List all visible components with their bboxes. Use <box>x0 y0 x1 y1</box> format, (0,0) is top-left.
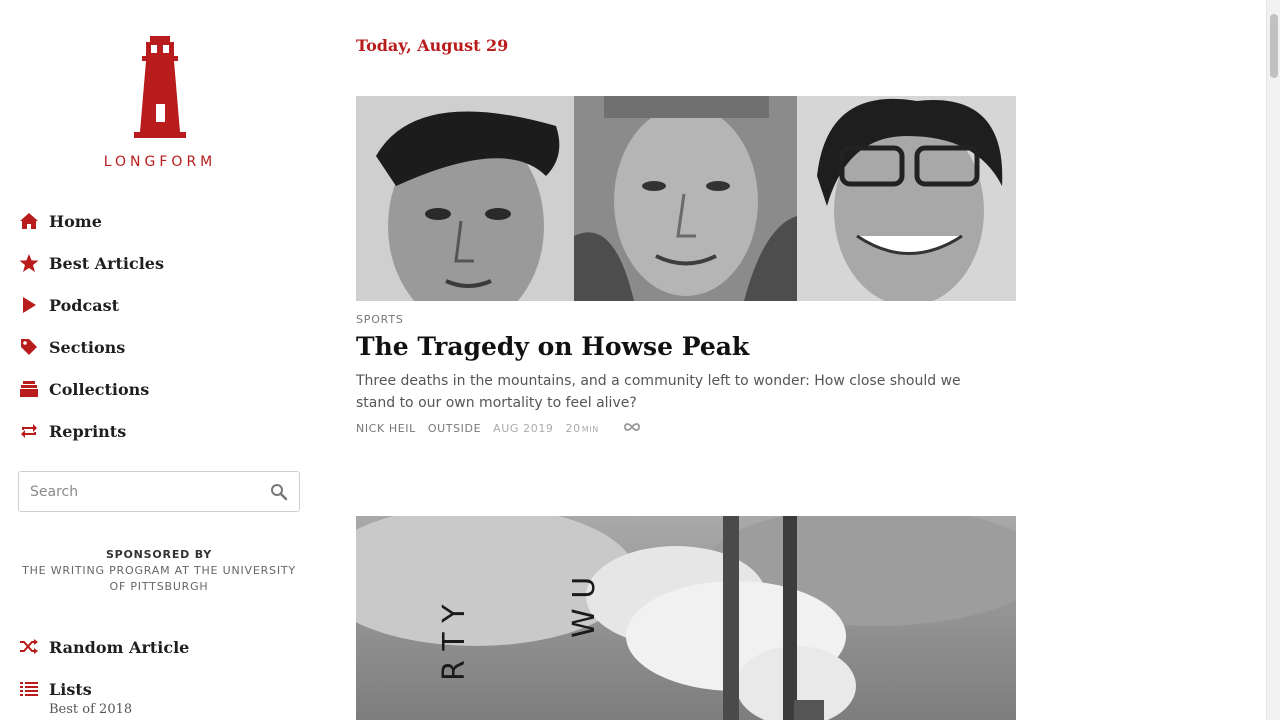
sponsor-name: THE WRITING PROGRAM AT THE UNIVERSITY OF… <box>22 564 296 593</box>
list-icon <box>18 678 40 700</box>
sponsor-block[interactable]: SPONSORED BY THE WRITING PROGRAM AT THE … <box>18 547 300 595</box>
article-hero-image[interactable] <box>356 96 1016 301</box>
nav-item-best-articles[interactable]: Best Articles <box>18 242 308 284</box>
nav-item-random-article[interactable]: Random Article <box>18 626 308 668</box>
portrait-2 <box>574 96 797 301</box>
nav-item-podcast[interactable]: Podcast <box>18 284 308 326</box>
nav-label-home: Home <box>49 211 102 231</box>
scrollbar-thumb[interactable] <box>1270 14 1278 78</box>
star-icon <box>18 252 40 274</box>
nav-item-home[interactable]: Home <box>18 200 308 242</box>
nav-label-lists: Lists <box>49 679 92 699</box>
search-box <box>18 471 300 512</box>
nav-label-sections: Sections <box>49 337 126 357</box>
article-meta: NICK HEIL OUTSIDE AUG 2019 20MIN <box>356 422 653 435</box>
play-icon <box>18 294 40 316</box>
feed-date: Today, August 29 <box>356 36 509 55</box>
repeat-icon <box>18 420 40 442</box>
primary-nav: Home Best Articles Podcast Sections Coll… <box>18 200 308 452</box>
nav-label-collections: Collections <box>49 379 150 399</box>
portrait-3 <box>797 96 1016 301</box>
sidebar: LONGFORM Home Best Articles Podcast Sect… <box>0 0 320 720</box>
lighthouse-icon <box>134 36 186 138</box>
nav-label-best-articles: Best Articles <box>49 253 164 273</box>
shuffle-icon <box>18 636 40 658</box>
secondary-nav: Random Article Lists Best of 2018 <box>18 626 308 717</box>
nav-item-sections[interactable]: Sections <box>18 326 308 368</box>
stack-icon <box>18 378 40 400</box>
logo[interactable]: LONGFORM <box>90 36 230 170</box>
infinity-icon[interactable] <box>623 422 641 435</box>
article-description: Three deaths in the mountains, and a com… <box>356 373 961 411</box>
tag-icon <box>18 336 40 358</box>
search-input[interactable] <box>19 472 259 511</box>
article-publication[interactable]: OUTSIDE <box>428 422 481 435</box>
brand-name: LONGFORM <box>103 154 217 170</box>
article-title[interactable]: The Tragedy on Howse Peak <box>356 332 749 361</box>
image-text-1: R T Y <box>437 604 472 681</box>
article-author[interactable]: NICK HEIL <box>356 422 416 435</box>
image-text-2: W U <box>567 577 602 638</box>
nav-label-podcast: Podcast <box>49 295 119 315</box>
article-length-unit: MIN <box>581 425 599 434</box>
article-category[interactable]: SPORTS <box>356 313 404 326</box>
article-length-value: 20 <box>565 422 581 435</box>
portrait-1 <box>356 96 574 301</box>
article-date: AUG 2019 <box>493 422 554 435</box>
page-scrollbar[interactable] <box>1266 0 1280 720</box>
nav-label-random-article: Random Article <box>49 637 190 657</box>
search-icon[interactable] <box>259 472 299 511</box>
article-length: 20MIN <box>566 422 611 435</box>
sponsor-heading: SPONSORED BY <box>105 548 213 561</box>
list-link-best-of-2018[interactable]: Best of 2018 <box>49 702 308 717</box>
nav-item-reprints[interactable]: Reprints <box>18 410 308 452</box>
home-icon <box>18 210 40 232</box>
next-article-image[interactable]: R T Y W U <box>356 516 1016 720</box>
nav-label-reprints: Reprints <box>49 421 127 441</box>
nav-item-collections[interactable]: Collections <box>18 368 308 410</box>
